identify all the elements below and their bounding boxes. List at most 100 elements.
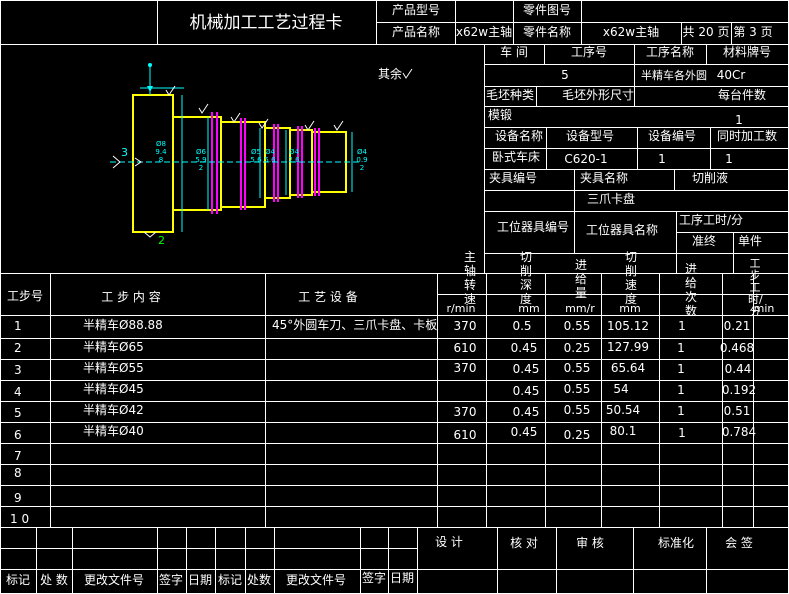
product-name-label: 产品名称 bbox=[391, 25, 441, 39]
mark-label-2: 标记 bbox=[217, 573, 243, 587]
process-card-sheet: 机械加工工艺过程卡 产品型号 产品名称 x62w主轴 零件图号 零件名称 x62… bbox=[0, 0, 789, 594]
step-8-no: 8 bbox=[14, 466, 22, 480]
step-2-time: 0.468 bbox=[719, 341, 755, 355]
col-spindle-unit: r/min bbox=[446, 302, 476, 315]
simul-value: 1 bbox=[725, 152, 733, 166]
part-name-value: x62w主轴 bbox=[602, 25, 660, 39]
step-4-time: 0.192 bbox=[721, 383, 757, 397]
step-3-speed: 65.64 bbox=[610, 361, 646, 375]
step-6-feed: 0.25 bbox=[563, 428, 591, 442]
step-9-no: 9 bbox=[14, 491, 22, 505]
step-1-speed: 105.12 bbox=[607, 319, 649, 333]
total-pages: 共 20 页 bbox=[682, 25, 730, 39]
step-6-no: 6 bbox=[14, 428, 22, 442]
coolant-label: 切削液 bbox=[691, 171, 729, 185]
step-6-time: 0.784 bbox=[721, 425, 757, 439]
per-blank-value: 1 bbox=[735, 113, 743, 127]
page-number: 第 3 页 bbox=[733, 25, 773, 39]
part-name-label: 零件名称 bbox=[522, 25, 572, 39]
check-label: 核 对 bbox=[510, 536, 538, 550]
station-tool-no-label: 工位器具编号 bbox=[496, 220, 570, 234]
prep-time-label: 准终 bbox=[691, 234, 717, 248]
col-passes: 进给次数 bbox=[684, 262, 697, 318]
unit-time-label: 单件 bbox=[737, 234, 763, 248]
equip-name-label: 设备名称 bbox=[494, 129, 544, 143]
step-6-speed: 80.1 bbox=[609, 424, 637, 438]
step-6-content: 半精车Ø40 bbox=[83, 424, 144, 438]
step-1-content: 半精车Ø88.88 bbox=[83, 318, 163, 332]
step-4-content: 半精车Ø45 bbox=[83, 382, 144, 396]
step-6-spindle: 610 bbox=[453, 428, 477, 442]
station-tool-name-label: 工位器具名称 bbox=[585, 223, 659, 237]
step-1-depth: 0.5 bbox=[512, 319, 532, 333]
step-5-time: 0.51 bbox=[723, 404, 751, 418]
date-label: 日期 bbox=[187, 573, 213, 587]
material-label: 材料牌号 bbox=[722, 45, 772, 59]
blank-size-label: 毛坯外形尺寸 bbox=[561, 88, 635, 102]
diameter-label-6: Ø40.92 bbox=[356, 148, 368, 172]
equip-model-label: 设备型号 bbox=[565, 129, 615, 143]
step-1-no: 1 bbox=[14, 319, 22, 333]
diameter-label-2: Ø65.92 bbox=[195, 148, 207, 172]
step-3-no: 3 bbox=[14, 363, 22, 377]
op-no-label: 工序号 bbox=[570, 45, 608, 59]
sign-label: 签字 bbox=[158, 573, 184, 587]
workshop-label: 车 间 bbox=[500, 45, 528, 59]
fixture-name-value: 三爪卡盘 bbox=[586, 192, 636, 206]
per-blank-label: 每台件数 bbox=[717, 88, 767, 102]
step-2-depth: 0.45 bbox=[510, 341, 538, 355]
step-1-passes: 1 bbox=[678, 319, 686, 333]
fixture-no-label: 夹具编号 bbox=[488, 171, 538, 185]
sign-label-2: 签字 bbox=[361, 571, 387, 585]
col-feed: 进给量 bbox=[574, 258, 587, 300]
step-2-no: 2 bbox=[14, 341, 22, 355]
part-drawing-label: 零件图号 bbox=[522, 3, 572, 17]
step-3-depth: 0.45 bbox=[512, 362, 540, 376]
doc-no-label: 更改文件号 bbox=[83, 573, 145, 587]
step-5-passes: 1 bbox=[677, 404, 685, 418]
equip-no-label: 设备编号 bbox=[647, 129, 697, 143]
date-label-2: 日期 bbox=[389, 571, 415, 585]
op-name-value: 半精车各外圆 bbox=[641, 69, 707, 82]
standardization-label: 标准化 bbox=[657, 536, 695, 550]
step-3-time: 0.44 bbox=[724, 362, 752, 376]
step-4-feed: 0.55 bbox=[563, 382, 591, 396]
col-cut-speed: 切削速度 bbox=[624, 250, 637, 306]
design-label: 设 计 bbox=[435, 535, 463, 549]
equip-model-value: C620-1 bbox=[564, 152, 608, 166]
col-step-time-unit: min bbox=[753, 302, 775, 315]
col-spindle-speed: 主轴转速 bbox=[463, 250, 476, 306]
step-2-feed: 0.25 bbox=[563, 341, 591, 355]
step-2-spindle: 610 bbox=[453, 341, 477, 355]
step-5-speed: 50.54 bbox=[605, 403, 641, 417]
op-name-label: 工序名称 bbox=[645, 45, 695, 59]
step-5-feed: 0.55 bbox=[563, 403, 591, 417]
col-equipment: 工 艺 设 备 bbox=[298, 290, 358, 304]
step-3-feed: 0.55 bbox=[563, 361, 591, 375]
equip-no-value: 1 bbox=[658, 152, 666, 166]
countersign-label: 会 签 bbox=[725, 536, 753, 550]
fixture-name-label: 夹具名称 bbox=[579, 171, 629, 185]
review-label: 审 核 bbox=[576, 536, 604, 550]
step-1-time: 0.21 bbox=[723, 319, 751, 333]
surface-roughness-note: 其余 bbox=[378, 67, 403, 81]
col-feed-unit: mm/r bbox=[565, 302, 595, 315]
step-6-passes: 1 bbox=[678, 426, 686, 440]
col-cut-speed-unit: mm bbox=[619, 302, 641, 315]
step-4-speed: 54 bbox=[613, 382, 629, 396]
count-label: 处 数 bbox=[40, 573, 68, 587]
step-1-spindle: 370 bbox=[453, 319, 477, 333]
blank-type-value: 模锻 bbox=[487, 108, 513, 122]
diameter-label-4: Ø45.6 bbox=[264, 148, 276, 164]
diameter-label-3: Ø55.6 bbox=[250, 148, 262, 164]
step-5-content: 半精车Ø42 bbox=[83, 403, 144, 417]
step-5-no: 5 bbox=[14, 406, 22, 420]
card-title: 机械加工工艺过程卡 bbox=[189, 13, 343, 33]
col-step-no: 工步号 bbox=[6, 289, 44, 303]
diameter-label-1: Ø89.48 bbox=[155, 140, 167, 164]
col-cut-depth: 切削深度 bbox=[519, 250, 532, 306]
product-name-value: x62w主轴 bbox=[455, 25, 513, 39]
step-7-no: 7 bbox=[14, 449, 22, 463]
count-label-2: 处数 bbox=[246, 573, 272, 587]
step-2-content: 半精车Ø65 bbox=[83, 340, 144, 354]
